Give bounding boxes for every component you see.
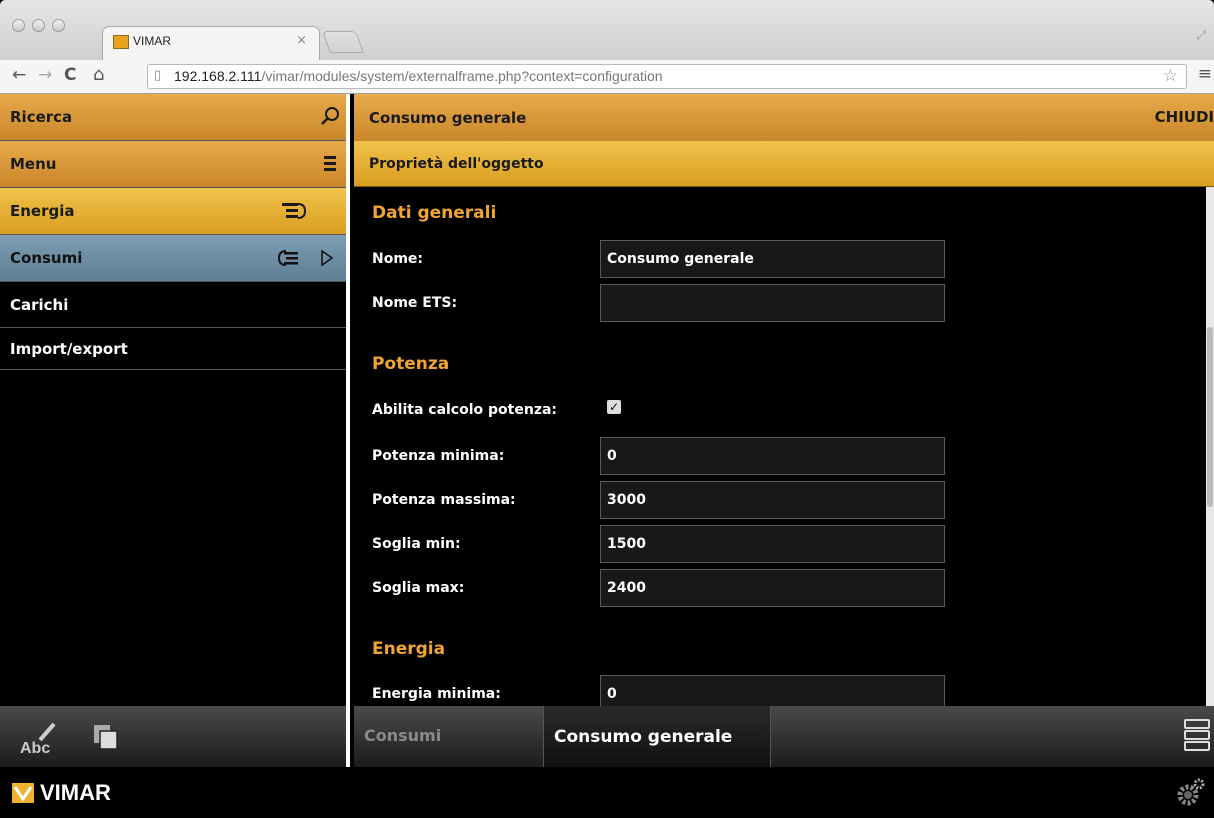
section-title: Proprietà dell'oggetto	[369, 155, 544, 172]
back-list-icon[interactable]	[278, 249, 300, 267]
search-icon[interactable]	[320, 106, 340, 126]
zoom-window-button[interactable]	[52, 19, 65, 32]
field-label: Energia minima:	[372, 686, 501, 702]
vimar-logo: VIMAR	[12, 780, 111, 806]
browser-menu-icon[interactable]: ≡	[1198, 64, 1212, 84]
minimize-window-button[interactable]	[32, 19, 45, 32]
breadcrumb-item-current[interactable]: Consumo generale	[543, 706, 771, 767]
app-footer: VIMAR	[0, 767, 1214, 818]
min-threshold-input[interactable]: 1500	[600, 525, 945, 563]
field-label: Nome:	[372, 251, 424, 267]
vimar-logo-icon	[12, 783, 34, 803]
svg-text:Abc: Abc	[20, 740, 50, 757]
group-heading-general: Dati generali	[372, 203, 497, 223]
stack-icon[interactable]	[1184, 718, 1210, 752]
sidebar-item-label: Consumi	[10, 249, 83, 267]
browser-window: VIMAR × ⤢ ← → C ⌂ ▯ 192.168.2.111/vimar/…	[0, 0, 1214, 818]
field-label: Nome ETS:	[372, 295, 458, 311]
browser-tab[interactable]: VIMAR ×	[102, 26, 320, 60]
reload-icon[interactable]: C	[64, 65, 76, 85]
breadcrumb-item-consumi[interactable]: Consumi	[364, 726, 441, 745]
address-bar[interactable]: ▯ 192.168.2.111/vimar/modules/system/ext…	[147, 64, 1187, 89]
play-icon[interactable]	[320, 249, 334, 267]
list-icon[interactable]	[280, 201, 306, 221]
title-bar: VIMAR × ⤢	[0, 0, 1214, 60]
sidebar-item-energia[interactable]: Energia	[0, 188, 346, 235]
field-label: Potenza minima:	[372, 448, 505, 464]
page-title: Consumo generale	[369, 108, 527, 127]
new-tab-button[interactable]	[321, 31, 365, 53]
menu-row[interactable]: Menu	[0, 141, 346, 188]
forward-icon[interactable]: →	[38, 65, 52, 85]
ets-name-input[interactable]	[600, 284, 945, 322]
sidebar-item-label: Import/export	[10, 339, 128, 358]
page-icon: ▯	[154, 68, 162, 83]
back-icon[interactable]: ←	[12, 65, 26, 85]
url-text: 192.168.2.111/vimar/modules/system/exter…	[174, 68, 663, 84]
scrollbar-thumb[interactable]	[1207, 327, 1213, 507]
copy-icon[interactable]	[92, 723, 120, 751]
sidebar-item-carichi[interactable]: Carichi	[0, 282, 346, 328]
field-label: Soglia min:	[372, 536, 461, 552]
brand-text: VIMAR	[40, 780, 111, 805]
max-threshold-input[interactable]: 2400	[600, 569, 945, 607]
properties-bar: Proprietà dell'oggetto	[354, 141, 1214, 187]
pencil-icon[interactable]: Abc	[18, 718, 58, 758]
min-power-input[interactable]: 0	[600, 437, 945, 475]
sidebar-footer: Abc	[0, 706, 346, 767]
search-label: Ricerca	[10, 108, 73, 126]
gear-icon[interactable]	[1176, 777, 1206, 807]
main-panel: Consumo generale CHIUDI Proprietà dell'o…	[354, 94, 1214, 767]
favicon-icon	[113, 35, 129, 49]
sidebar-item-label: Energia	[10, 202, 75, 220]
fullscreen-icon[interactable]: ⤢	[1196, 28, 1206, 43]
object-header: Consumo generale CHIUDI	[354, 94, 1214, 141]
home-icon[interactable]: ⌂	[93, 64, 104, 85]
tab-close-icon[interactable]: ×	[296, 33, 307, 48]
star-icon[interactable]: ☆	[1163, 66, 1178, 86]
name-input[interactable]: Consumo generale	[600, 240, 945, 278]
sidebar: Ricerca Menu Energia Consumi Carichi Imp…	[0, 94, 350, 767]
breadcrumb: Consumi Consumo generale	[354, 706, 1214, 767]
sidebar-item-consumi[interactable]: Consumi	[0, 235, 346, 282]
properties-form: Dati generali Nome: Consumo generale Nom…	[354, 187, 1204, 706]
search-row[interactable]: Ricerca	[0, 94, 346, 141]
browser-toolbar: ← → C ⌂ ▯ 192.168.2.111/vimar/modules/sy…	[0, 60, 1214, 94]
field-label: Soglia max:	[372, 580, 465, 596]
field-label: Abilita calcolo potenza:	[372, 402, 558, 418]
sidebar-item-import-export[interactable]: Import/export	[0, 328, 346, 370]
max-power-input[interactable]: 3000	[600, 481, 945, 519]
close-window-button[interactable]	[12, 19, 25, 32]
tab-title: VIMAR	[133, 34, 172, 48]
group-heading-power: Potenza	[372, 354, 450, 374]
group-heading-energy: Energia	[372, 639, 446, 659]
min-energy-input[interactable]: 0	[600, 675, 945, 706]
sidebar-item-label: Carichi	[10, 295, 69, 314]
field-label: Potenza massima:	[372, 492, 516, 508]
close-button[interactable]: CHIUDI	[1155, 108, 1214, 126]
enable-power-checkbox[interactable]: ✓	[607, 400, 621, 414]
menu-icon[interactable]	[324, 155, 336, 173]
menu-label: Menu	[10, 155, 57, 173]
scrollbar[interactable]	[1206, 187, 1214, 707]
